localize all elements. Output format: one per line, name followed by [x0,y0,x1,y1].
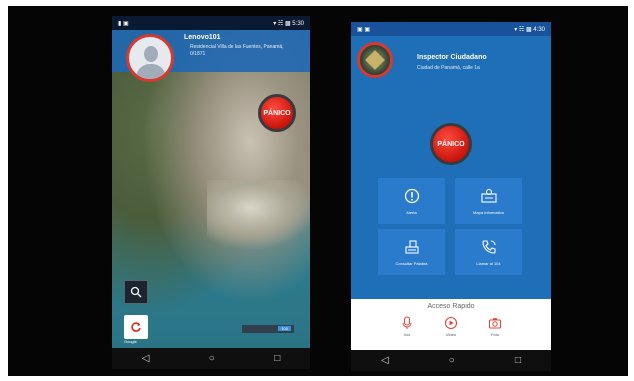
user-avatar[interactable] [126,34,174,82]
search-button[interactable] [124,280,148,304]
app-title: Inspector Ciudadano [417,54,487,61]
status-bar: ▣ ▣ ▾ ☵ ▩ 4:30 [351,22,551,36]
seal-icon [365,50,385,70]
phone-home-screen: ▣ ▣ ▾ ☵ ▩ 4:30 Inspector Ciudadano Ciuda… [351,22,551,371]
quick-photo-button[interactable]: Foto [483,316,507,337]
video-play-icon [444,316,458,330]
nav-recents-button[interactable]: □ [274,353,280,364]
status-bar: ▮ ▣ ▾ ☵ ▩ 5:30 [112,16,310,30]
nav-back-button[interactable]: ◁ [142,353,150,364]
quick-access-panel: Acceso Rapido Voz Video Foto [351,299,551,350]
user-address: Residencial Villa de las Fuentes, Panamá… [190,44,284,57]
tile-consult[interactable]: Consultar Palabra [378,229,445,275]
refresh-icon [131,322,141,332]
panic-button[interactable]: PÁNICO [258,94,296,132]
nav-home-button[interactable]: ○ [449,355,455,366]
status-right: ▾ ☵ ▩ 4:30 [514,26,545,33]
status-right: ▾ ☵ ▩ 5:30 [273,20,304,27]
avatar-head-icon [144,46,158,62]
nav-home-button[interactable]: ○ [209,353,215,364]
map-info-icon [480,188,497,203]
app-subtitle: Ciudad de Panamá, calle 1a [417,65,480,71]
quick-voice-button[interactable]: Voz [395,316,419,337]
tile-label: Mapa Informativo [473,209,504,215]
consult-icon [404,239,419,254]
tile-call[interactable]: Llamar al 104 [455,229,522,275]
zoom-indicator: 100 [242,325,294,333]
tile-label: Llamar al 104 [476,260,501,266]
quick-voice-label: Voz [403,332,411,337]
refresh-button[interactable] [124,315,148,339]
app-logo[interactable] [357,42,393,78]
quick-photo-label: Foto [490,332,499,337]
user-name: Lenovo101 [184,34,221,41]
phone-map-screen: ▮ ▣ ▾ ☵ ▩ 5:30 Lenovo101 Residencial Vil… [112,16,310,369]
status-left: ▮ ▣ [118,20,129,27]
status-left: ▣ ▣ [357,26,371,33]
android-nav-bar: ◁ ○ □ [351,350,551,371]
tile-alert[interactable]: Alerta [378,178,445,224]
tile-label: Consultar Palabra [395,260,428,266]
map-shoreline [207,180,310,250]
tile-label: Alerta [406,209,417,215]
microphone-icon [402,316,412,329]
camera-icon [488,318,502,329]
screenshot-frame: ▮ ▣ ▾ ☵ ▩ 5:30 Lenovo101 Residencial Vil… [8,6,628,376]
map-credit: Google [124,339,137,344]
search-icon [130,286,142,298]
quick-video-label: Video [445,332,457,337]
android-nav-bar: ◁ ○ □ [112,348,310,369]
nav-back-button[interactable]: ◁ [381,355,389,366]
zoom-value: 100 [278,326,291,331]
tile-map-info[interactable]: Mapa Informativo [455,178,522,224]
nav-recents-button[interactable]: □ [515,355,521,366]
phone-icon [481,239,496,254]
quick-access-title: Acceso Rapido [427,303,475,310]
quick-video-button[interactable]: Video [439,316,463,337]
panic-button[interactable]: PÁNICO [430,123,472,165]
alert-icon [404,188,419,203]
